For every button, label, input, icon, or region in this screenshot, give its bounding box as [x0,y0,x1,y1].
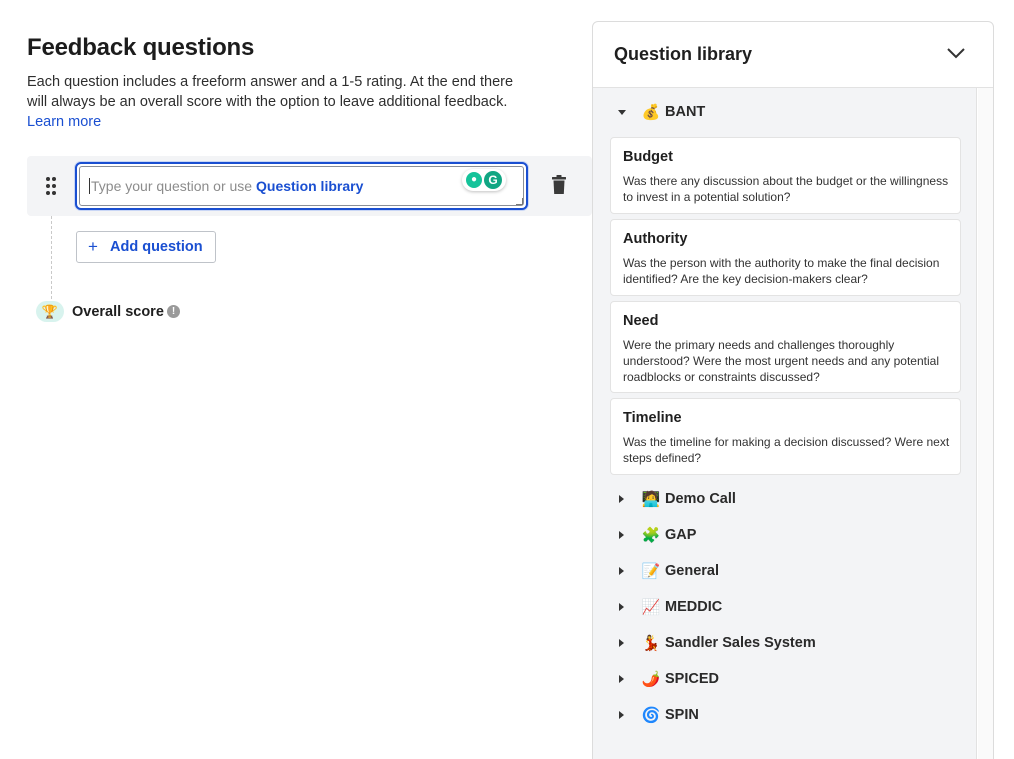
page-title: Feedback questions [27,34,255,61]
page-description: Each question includes a freeform answer… [27,74,514,130]
question-card-timeline[interactable]: Timeline Was the timeline for making a d… [610,398,961,475]
chevron-down-icon[interactable] [946,47,966,59]
cyclone-icon: 🌀 [641,707,661,724]
question-card-need[interactable]: Need Were the primary needs and challeng… [610,301,961,393]
caret-right-icon [619,531,624,539]
caret-right-icon [619,567,624,575]
hot-pepper-icon: 🌶️ [641,671,661,688]
technologist-icon: 🧑‍💻 [641,491,661,508]
question-library-link[interactable]: Question library [256,178,363,194]
puzzle-icon: 🧩 [641,527,661,544]
connector-line [51,216,52,304]
question-library-panel: Question library 💰 BANT Budget Was there… [592,21,994,759]
add-question-button[interactable]: + Add question [76,231,216,263]
caret-right-icon [619,711,624,719]
trophy-icon: 🏆 [36,301,64,322]
library-scrollbar[interactable] [978,88,993,759]
caret-down-icon [618,110,626,115]
caret-right-icon [619,639,624,647]
question-row: Type your question or use Question libra… [27,156,592,216]
dancer-icon: 💃 [641,635,661,652]
learn-more-link[interactable]: Learn more [27,114,101,130]
grammarly-widget[interactable]: ● G [462,169,506,191]
caret-right-icon [619,603,624,611]
drag-handle-icon[interactable] [46,177,58,195]
question-input-placeholder: Type your question or use Question libra… [89,178,364,194]
question-card-budget[interactable]: Budget Was there any discussion about th… [610,137,961,214]
grammarly-icon[interactable]: G [484,171,502,189]
question-input[interactable]: Type your question or use Question libra… [75,162,528,210]
library-title: Question library [614,44,753,64]
library-header[interactable]: Question library [593,22,993,88]
lightbulb-icon[interactable]: ● [466,172,482,188]
caret-right-icon [619,495,624,503]
trash-icon[interactable] [551,175,567,195]
question-card-authority[interactable]: Authority Was the person with the author… [610,219,961,296]
caret-right-icon [619,675,624,683]
money-bag-icon: 💰 [641,104,661,121]
memo-icon: 📝 [641,563,661,580]
library-list: 💰 BANT Budget Was there any discussion a… [593,88,977,759]
chart-increasing-icon: 📈 [641,599,661,616]
resize-handle-icon[interactable] [516,198,523,205]
plus-icon: + [88,237,98,256]
info-icon[interactable]: ! [167,305,180,318]
